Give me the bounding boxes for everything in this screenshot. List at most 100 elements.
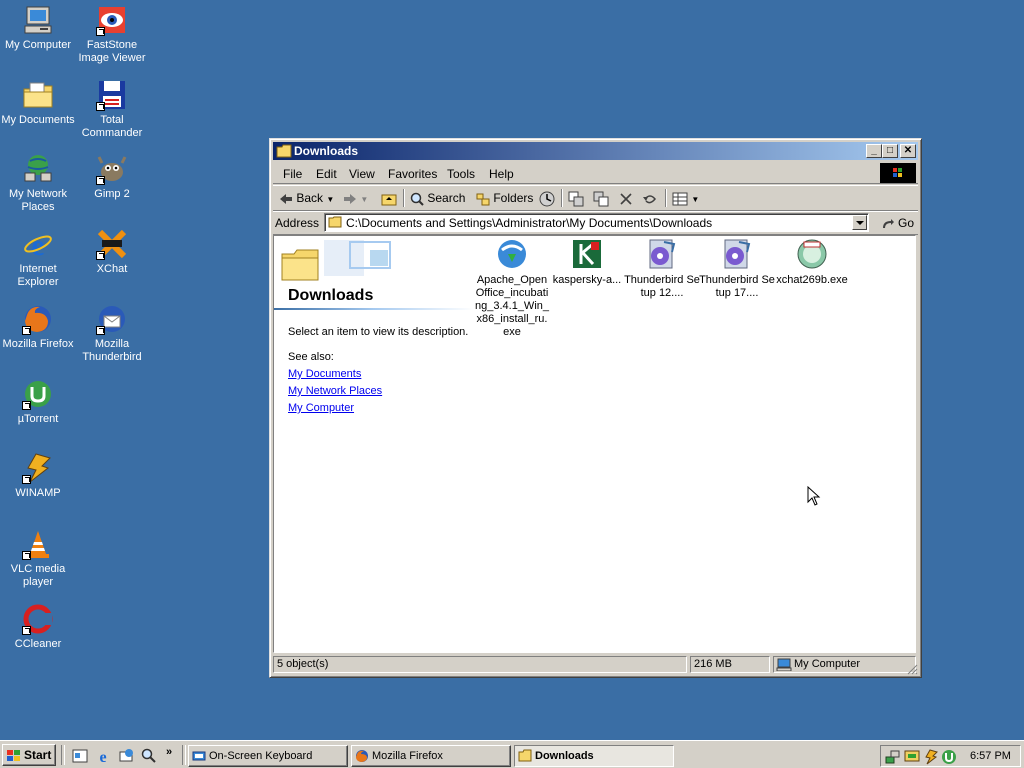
search-label: Search (427, 191, 466, 205)
show-desktop-icon[interactable] (72, 748, 88, 764)
desktop-icon-label: My Computer (4, 39, 72, 51)
desktop-icon-gimp[interactable]: Gimp 2 (74, 153, 150, 201)
resize-grip-icon[interactable] (906, 663, 918, 675)
copy-to-button[interactable] (593, 190, 609, 207)
file-item[interactable]: Apache_OpenOffice_incubating_3.4.1_Win_x… (474, 238, 550, 339)
file-item[interactable]: Thunderbird Setup 12.... (624, 238, 700, 300)
up-folder-button[interactable] (381, 190, 397, 206)
standard-toolbar: Back ▼ ▼ Search Folders ▼ (273, 185, 918, 211)
desktop-icon-utorrent[interactable]: µTorrent (0, 378, 76, 426)
desktop-icon-label: WINAMP (15, 487, 61, 499)
file-item[interactable]: kaspersky-a... (549, 238, 625, 287)
desktop-icon-my-documents[interactable]: My Documents (0, 79, 76, 127)
task-downloads[interactable]: Downloads (514, 745, 674, 767)
network-tray-icon[interactable] (885, 749, 901, 765)
minimize-button[interactable]: _ (866, 144, 882, 158)
menu-favorites[interactable]: Favorites (388, 167, 437, 181)
window-title: Downloads (294, 144, 359, 158)
menu-help[interactable]: Help (489, 167, 514, 181)
window-titlebar[interactable]: Downloads _ □ ✕ (273, 142, 918, 160)
file-name: Thunderbird Setup 12.... (624, 274, 700, 299)
folders-button[interactable]: Folders (476, 190, 533, 206)
history-icon (539, 191, 555, 207)
desktop-icon-label: Mozilla Thunderbird (82, 338, 142, 363)
folders-icon (476, 193, 490, 206)
task-on-screen-keyboard[interactable]: On-Screen Keyboard (188, 745, 348, 767)
desktop-icon-label: My Documents (1, 114, 75, 126)
openoffice-installer-icon (498, 240, 526, 268)
link-my-computer[interactable]: My Computer (288, 402, 354, 414)
windows-logo (880, 163, 916, 183)
desktop-icon-label: My Network Places (8, 188, 68, 213)
utorrent-tray-icon[interactable] (941, 749, 957, 765)
firefox-icon (356, 750, 368, 762)
file-item[interactable]: Thunderbird Setup 17.... (699, 238, 775, 300)
firefox-icon (22, 303, 54, 335)
menu-file[interactable]: File (283, 167, 302, 181)
search-icon[interactable] (141, 748, 157, 764)
desktop-icon-total-commander[interactable]: Total Commander (74, 79, 150, 140)
desktop-icon-label: XChat (96, 263, 128, 275)
status-zone-label: My Computer (794, 658, 861, 670)
folder-content: Downloads Select an item to view its des… (273, 235, 916, 653)
menu-tools[interactable]: Tools (447, 167, 475, 181)
history-button[interactable] (539, 190, 555, 207)
maximize-button[interactable]: □ (882, 144, 898, 158)
desktop-icon-mozilla-firefox[interactable]: Mozilla Firefox (0, 303, 76, 351)
system-tray: 6:57 PM (880, 745, 1021, 767)
desktop-icon-label: VLC media player (10, 563, 66, 588)
svg-text:e: e (99, 749, 106, 764)
gimp-icon (96, 153, 128, 185)
address-bar: Address C:\Documents and Settings\Admini… (273, 211, 918, 235)
start-button[interactable]: Start (2, 744, 56, 766)
computer-icon (776, 658, 792, 671)
desktop-icon-label: Gimp 2 (94, 188, 130, 200)
clock[interactable]: 6:57 PM (970, 750, 1011, 762)
kaspersky-installer-icon (573, 240, 601, 268)
desktop-icon-mozilla-thunderbird[interactable]: Mozilla Thunderbird (74, 303, 150, 364)
undo-icon (643, 195, 656, 204)
go-button[interactable]: Go (881, 216, 914, 230)
file-name: xchat269b.exe (776, 274, 848, 286)
views-button[interactable]: ▼ (672, 190, 699, 206)
link-my-network-places[interactable]: My Network Places (288, 385, 382, 397)
file-item[interactable]: xchat269b.exe (774, 238, 850, 287)
monitor-tray-icon[interactable] (904, 749, 920, 765)
desktop-icon-xchat[interactable]: XChat (74, 228, 150, 276)
panel-divider (274, 308, 474, 310)
desktop-icon-my-computer[interactable]: My Computer (0, 4, 76, 52)
outlook-express-icon[interactable] (118, 748, 134, 764)
desktop-icon-faststone[interactable]: FastStone Image Viewer (74, 4, 150, 65)
close-icon: ✕ (903, 145, 913, 156)
move-to-button[interactable] (568, 190, 584, 207)
delete-button[interactable] (619, 190, 633, 206)
thunderbird-setup-icon (649, 239, 676, 269)
network-icon (22, 153, 54, 185)
desktop-icon-winamp[interactable]: WINAMP (0, 452, 76, 500)
desktop-icon-internet-explorer[interactable]: e Internet Explorer (0, 228, 76, 289)
undo-button[interactable] (642, 190, 658, 206)
link-my-documents[interactable]: My Documents (288, 368, 361, 380)
winamp-tray-icon[interactable] (923, 749, 939, 765)
utorrent-icon (22, 378, 54, 410)
chevron-right-icon[interactable]: » (166, 746, 172, 758)
address-input[interactable]: C:\Documents and Settings\Administrator\… (324, 213, 869, 232)
desktop-icon-my-network-places[interactable]: My Network Places (0, 153, 76, 214)
copy-to-icon (593, 191, 609, 207)
task-label: On-Screen Keyboard (209, 750, 313, 762)
computer-icon (22, 4, 54, 36)
svg-text:e: e (31, 229, 44, 260)
search-button[interactable]: Search (410, 190, 465, 206)
desktop-icon-ccleaner[interactable]: CCleaner (0, 603, 76, 651)
forward-button[interactable]: ▼ (343, 190, 368, 206)
menu-edit[interactable]: Edit (316, 167, 337, 181)
back-button[interactable]: Back ▼ (279, 190, 334, 206)
task-mozilla-firefox[interactable]: Mozilla Firefox (351, 745, 511, 767)
menu-view[interactable]: View (349, 167, 375, 181)
address-dropdown-button[interactable] (852, 215, 867, 230)
internet-explorer-icon[interactable]: e (95, 748, 111, 764)
close-button[interactable]: ✕ (900, 144, 916, 158)
menu-bar: File Edit View Favorites Tools Help (273, 163, 918, 184)
desktop-icon-vlc[interactable]: VLC media player (0, 528, 76, 589)
delete-x-icon (620, 193, 632, 205)
